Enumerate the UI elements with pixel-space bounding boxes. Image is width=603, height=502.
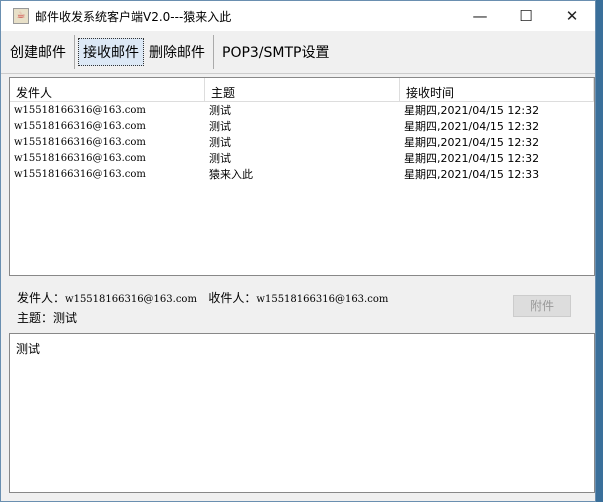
table-row[interactable]: w15518166316@163.com 测试 星期四,2021/04/15 12:… bbox=[10, 134, 594, 150]
delete-mail-button[interactable]: 删除邮件 bbox=[144, 38, 210, 66]
sender-cell: w15518166316@163.com bbox=[14, 136, 146, 148]
subject-cell: 测试 bbox=[209, 152, 231, 165]
time-cell: 星期四,2021/04/15 12:32 bbox=[404, 120, 540, 133]
to-value: w15518166316@163.com bbox=[256, 294, 389, 305]
sender-cell: w15518166316@163.com bbox=[14, 152, 146, 164]
table-row[interactable]: w15518166316@163.com 测试 星期四,2021/04/15 12:… bbox=[10, 150, 594, 166]
time-cell: 星期四,2021/04/15 12:32 bbox=[404, 152, 540, 165]
toolbar-separator bbox=[74, 35, 75, 69]
subject-cell: 测试 bbox=[209, 120, 231, 133]
table-row[interactable]: w15518166316@163.com 猿来入此 星期四,2021/04/15 1… bbox=[10, 166, 594, 182]
sender-cell: w15518166316@163.com bbox=[14, 168, 146, 180]
from-label: 发件人： bbox=[17, 291, 66, 305]
java-app-icon: ☕ bbox=[13, 8, 29, 24]
mail-table: 发件人 主题 接收时间 w15518166316@163.com 测试 星期四,20… bbox=[9, 77, 595, 276]
mail-body-textarea[interactable]: 测试 bbox=[9, 333, 595, 493]
table-row[interactable]: w15518166316@163.com 测试 星期四,2021/04/15 12:… bbox=[10, 118, 594, 134]
subject-label: 主题： bbox=[17, 311, 54, 325]
subject-value: 测试 bbox=[53, 311, 78, 325]
subject-cell: 猿来入此 bbox=[209, 168, 253, 181]
column-header-subject[interactable]: 主题 bbox=[205, 78, 400, 101]
title-bar: ☕ 邮件收发系统客户端V2.0---猿来入此 — ☐ ✕ bbox=[1, 1, 595, 31]
sender-cell: w15518166316@163.com bbox=[14, 120, 146, 132]
minimize-button[interactable]: — bbox=[457, 1, 503, 31]
toolbar: 创建邮件 接收邮件 删除邮件 POP3/SMTP设置 bbox=[1, 31, 595, 74]
table-row[interactable]: w15518166316@163.com 测试 星期四,2021/04/15 12:… bbox=[10, 102, 594, 118]
subject-cell: 测试 bbox=[209, 104, 231, 117]
app-window: ☕ 邮件收发系统客户端V2.0---猿来入此 — ☐ ✕ 创建邮件 接收邮件 删… bbox=[0, 0, 596, 502]
sender-cell: w15518166316@163.com bbox=[14, 104, 146, 116]
maximize-button[interactable]: ☐ bbox=[503, 1, 549, 31]
window-title: 邮件收发系统客户端V2.0---猿来入此 bbox=[35, 9, 232, 24]
settings-button[interactable]: POP3/SMTP设置 bbox=[217, 38, 335, 66]
table-header: 发件人 主题 接收时间 bbox=[10, 78, 594, 102]
to-label: 收件人： bbox=[208, 291, 257, 305]
column-header-sender[interactable]: 发件人 bbox=[10, 78, 205, 101]
toolbar-separator bbox=[213, 35, 214, 69]
create-mail-button[interactable]: 创建邮件 bbox=[5, 38, 71, 66]
close-button[interactable]: ✕ bbox=[549, 1, 595, 31]
subject-cell: 测试 bbox=[209, 136, 231, 149]
time-cell: 星期四,2021/04/15 12:32 bbox=[404, 136, 540, 149]
from-value: w15518166316@163.com bbox=[65, 294, 197, 305]
column-header-time[interactable]: 接收时间 bbox=[400, 78, 594, 101]
receive-mail-button[interactable]: 接收邮件 bbox=[78, 38, 144, 66]
mail-detail-panel: 发件人：w15518166316@163.com 收件人：w1551816631… bbox=[9, 281, 595, 331]
attachment-button[interactable]: 附件 bbox=[513, 295, 571, 317]
time-cell: 星期四,2021/04/15 12:33 bbox=[404, 168, 540, 181]
time-cell: 星期四,2021/04/15 12:32 bbox=[404, 104, 540, 117]
